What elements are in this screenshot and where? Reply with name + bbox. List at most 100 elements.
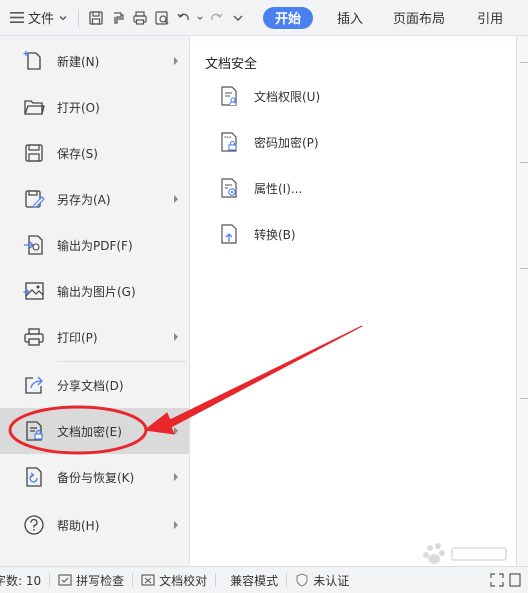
backup-restore-icon [23, 466, 45, 488]
compat-mode-label: 兼容模式 [230, 573, 279, 588]
share-icon [23, 374, 45, 396]
status-divider [132, 573, 134, 587]
format-painter-icon [114, 11, 124, 24]
print-icon [133, 10, 147, 25]
chevron-down-icon [197, 15, 203, 20]
view-mode-button[interactable] [508, 573, 526, 587]
chevron-down-icon [233, 15, 243, 21]
chevron-down-icon [59, 15, 67, 20]
doc-security-submenu: 文档安全 文档权限(U) *** 密码加密(P) 属性(I)... 转换(B) [190, 36, 516, 566]
menu-item-label: 打开(O) [57, 100, 100, 115]
paw-logo-icon [423, 543, 507, 564]
menu-item-options[interactable] [0, 554, 189, 566]
save-icon [89, 10, 103, 25]
chevron-right-icon [174, 521, 178, 529]
page-view-icon [509, 573, 521, 587]
spell-check-button[interactable]: 拼写检查 [58, 572, 124, 589]
print-icon [23, 326, 45, 348]
top-toolbar: 文件 开始 插入 页面布局 引用 [0, 0, 528, 36]
spell-check-icon [58, 574, 72, 586]
menu-item-label: 文档加密(E) [57, 424, 122, 439]
watermark-logo [420, 540, 512, 568]
ruler-mark [520, 398, 528, 399]
doc-proofread-button[interactable]: 文档校对 [141, 572, 207, 589]
file-menu-button[interactable]: 文件 [6, 5, 72, 31]
document-area-edge [516, 36, 528, 566]
submenu-item-label: 转换(B) [254, 227, 296, 242]
customize-toolbar-button[interactable] [227, 7, 249, 29]
unverified-label: 未认证 [313, 573, 350, 588]
menu-item-label: 新建(N) [57, 54, 100, 69]
undo-dropdown-button[interactable] [195, 7, 205, 29]
help-icon [23, 514, 45, 536]
undo-button[interactable] [173, 7, 195, 29]
word-count[interactable]: 字数: 10 [0, 572, 41, 589]
menu-item-save[interactable]: 保存(S) [0, 130, 189, 176]
save-as-icon [23, 188, 45, 210]
tab-references[interactable]: 引用 [477, 8, 503, 27]
tab-start-label: 开始 [275, 12, 302, 27]
redo-button[interactable] [205, 7, 227, 29]
menu-item-print[interactable]: 打印(P) [0, 314, 189, 360]
submenu-item-label: 密码加密(P) [254, 135, 319, 150]
chevron-right-icon [174, 57, 178, 65]
proofread-icon [141, 574, 155, 586]
file-menu-panel: 新建(N) 打开(O) 保存(S) 另存为(A) 输出为PDF(F) 输出为图片… [0, 36, 190, 566]
chevron-right-icon [174, 333, 178, 341]
fullscreen-icon [490, 573, 504, 587]
tab-page-layout[interactable]: 页面布局 [393, 8, 445, 27]
doc-encrypt-icon [23, 420, 45, 442]
password-encrypt-icon: *** [217, 130, 241, 154]
menu-item-export-pdf[interactable]: 输出为PDF(F) [0, 222, 189, 268]
toolbar-divider [78, 8, 80, 27]
unverified-button[interactable]: 未认证 [295, 572, 349, 589]
status-divider [215, 573, 217, 587]
format-painter-button[interactable] [107, 7, 129, 29]
menu-item-label: 打印(P) [57, 330, 98, 345]
menu-item-label: 输出为PDF(F) [57, 238, 133, 253]
menu-item-label: 输出为图片(G) [57, 284, 136, 299]
new-doc-icon [23, 50, 45, 72]
print-preview-button[interactable] [151, 7, 173, 29]
properties-icon [217, 176, 241, 200]
folder-open-icon [23, 96, 45, 118]
doc-proofread-label: 文档校对 [159, 573, 208, 588]
menu-item-export-image[interactable]: 输出为图片(G) [0, 268, 189, 314]
hamburger-icon [10, 12, 24, 23]
menu-item-label: 另存为(A) [57, 192, 111, 207]
submenu-item-doc-permission[interactable]: 文档权限(U) [190, 76, 516, 116]
chevron-right-icon [174, 473, 178, 481]
menu-item-save-as[interactable]: 另存为(A) [0, 176, 189, 222]
svg-text:***: *** [224, 136, 232, 142]
tab-start[interactable]: 开始 [263, 6, 314, 29]
save-quick-button[interactable] [85, 7, 107, 29]
submenu-item-label: 属性(I)... [254, 181, 303, 196]
file-menu-label: 文件 [28, 12, 55, 27]
menu-item-share[interactable]: 分享文档(D) [0, 362, 189, 408]
submenu-item-convert[interactable]: 转换(B) [190, 214, 516, 254]
menu-item-open[interactable]: 打开(O) [0, 84, 189, 130]
submenu-item-properties[interactable]: 属性(I)... [190, 168, 516, 208]
ruler-mark [520, 162, 528, 163]
undo-icon [177, 13, 189, 20]
chevron-right-icon [174, 427, 178, 435]
fullscreen-button[interactable] [490, 573, 508, 587]
submenu-item-password-encrypt[interactable]: *** 密码加密(P) [190, 122, 516, 162]
save-icon [23, 142, 45, 164]
menu-item-label: 备份与恢复(K) [57, 470, 135, 485]
print-preview-icon [155, 10, 169, 25]
submenu-item-label: 文档权限(U) [254, 89, 321, 104]
tab-insert[interactable]: 插入 [337, 8, 363, 27]
menu-item-backup-restore[interactable]: 备份与恢复(K) [0, 454, 189, 500]
status-divider [49, 573, 51, 587]
menu-item-label: 帮助(H) [57, 518, 100, 533]
menu-item-help[interactable]: 帮助(H) [0, 502, 189, 548]
menu-item-doc-encrypt[interactable]: 文档加密(E) [0, 408, 189, 454]
convert-icon [217, 222, 241, 246]
doc-permission-icon [217, 84, 241, 108]
export-image-icon [23, 280, 45, 302]
print-quick-button[interactable] [129, 7, 151, 29]
menu-item-new[interactable]: 新建(N) [0, 38, 189, 84]
ruler-mark [520, 62, 528, 63]
ruler-mark [520, 268, 528, 269]
